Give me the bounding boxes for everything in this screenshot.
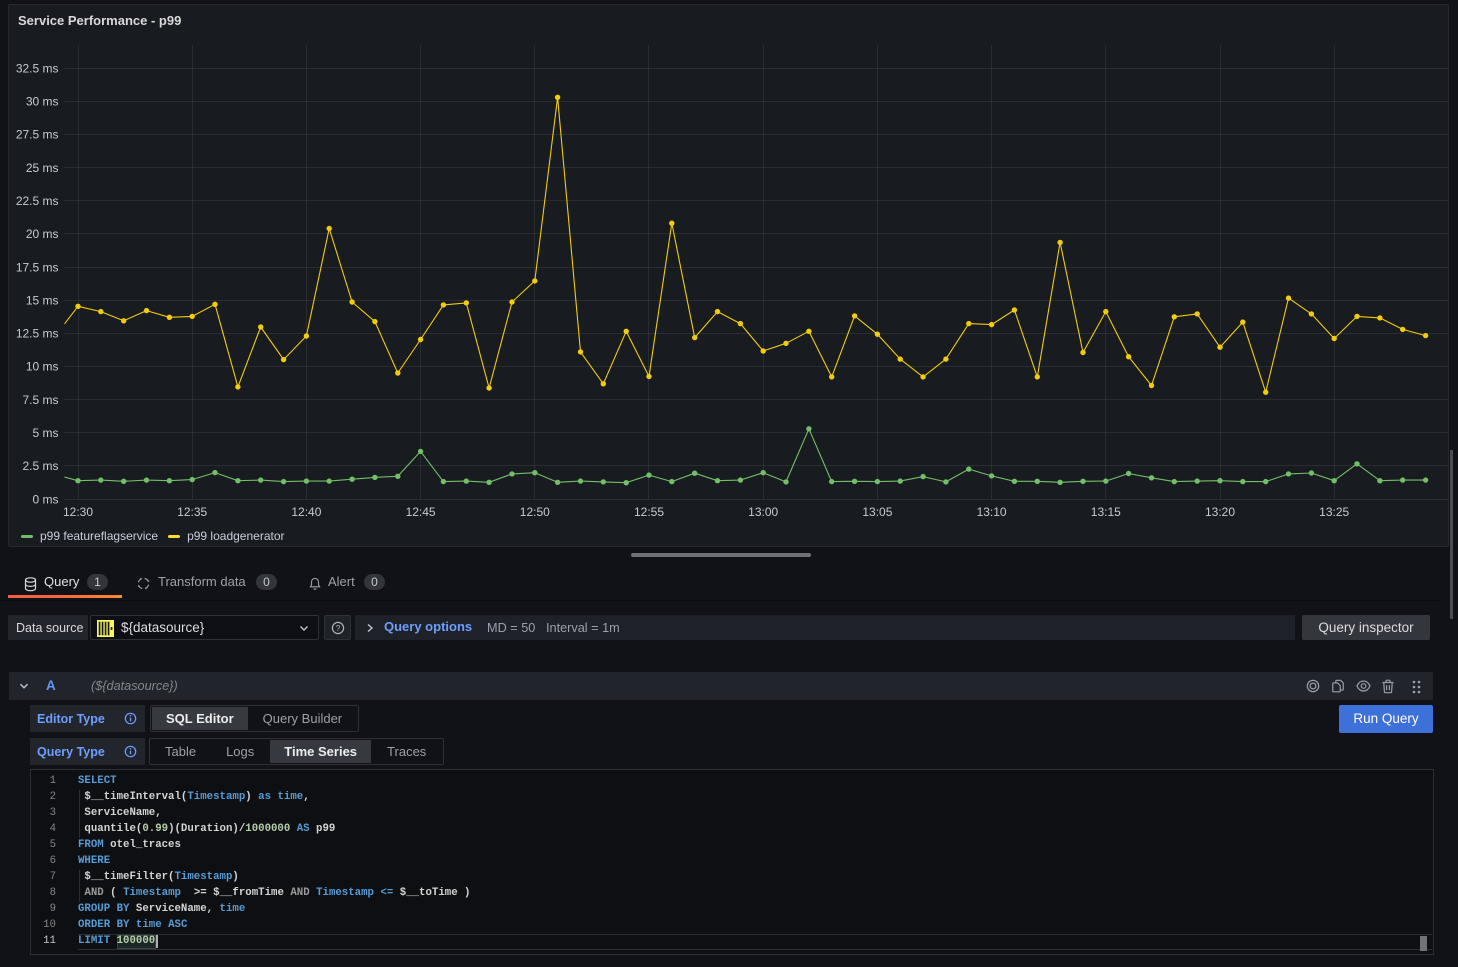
svg-text:?: ? — [336, 623, 341, 633]
svg-text:13:00: 13:00 — [748, 505, 778, 519]
svg-text:22.5 ms: 22.5 ms — [16, 194, 59, 208]
svg-text:12:45: 12:45 — [406, 505, 436, 519]
svg-text:2.5 ms: 2.5 ms — [22, 459, 58, 473]
svg-text:27.5 ms: 27.5 ms — [16, 128, 59, 142]
svg-text:12:50: 12:50 — [520, 505, 550, 519]
svg-text:5 ms: 5 ms — [32, 426, 58, 440]
svg-text:12:30: 12:30 — [63, 505, 93, 519]
svg-text:12:55: 12:55 — [634, 505, 664, 519]
svg-text:30 ms: 30 ms — [26, 95, 59, 109]
svg-text:13:20: 13:20 — [1205, 505, 1235, 519]
svg-text:17.5 ms: 17.5 ms — [16, 260, 59, 274]
svg-text:13:25: 13:25 — [1319, 505, 1349, 519]
svg-text:15 ms: 15 ms — [26, 293, 59, 307]
svg-text:13:10: 13:10 — [977, 505, 1007, 519]
svg-text:12:35: 12:35 — [177, 505, 207, 519]
svg-text:20 ms: 20 ms — [26, 227, 59, 241]
svg-text:25 ms: 25 ms — [26, 161, 59, 175]
svg-text:10 ms: 10 ms — [26, 360, 59, 374]
svg-text:12.5 ms: 12.5 ms — [16, 327, 59, 341]
svg-text:32.5 ms: 32.5 ms — [16, 61, 59, 75]
svg-text:13:05: 13:05 — [862, 505, 892, 519]
svg-text:13:15: 13:15 — [1091, 505, 1121, 519]
svg-text:7.5 ms: 7.5 ms — [22, 393, 58, 407]
svg-text:0 ms: 0 ms — [32, 492, 58, 506]
svg-text:12:40: 12:40 — [291, 505, 321, 519]
